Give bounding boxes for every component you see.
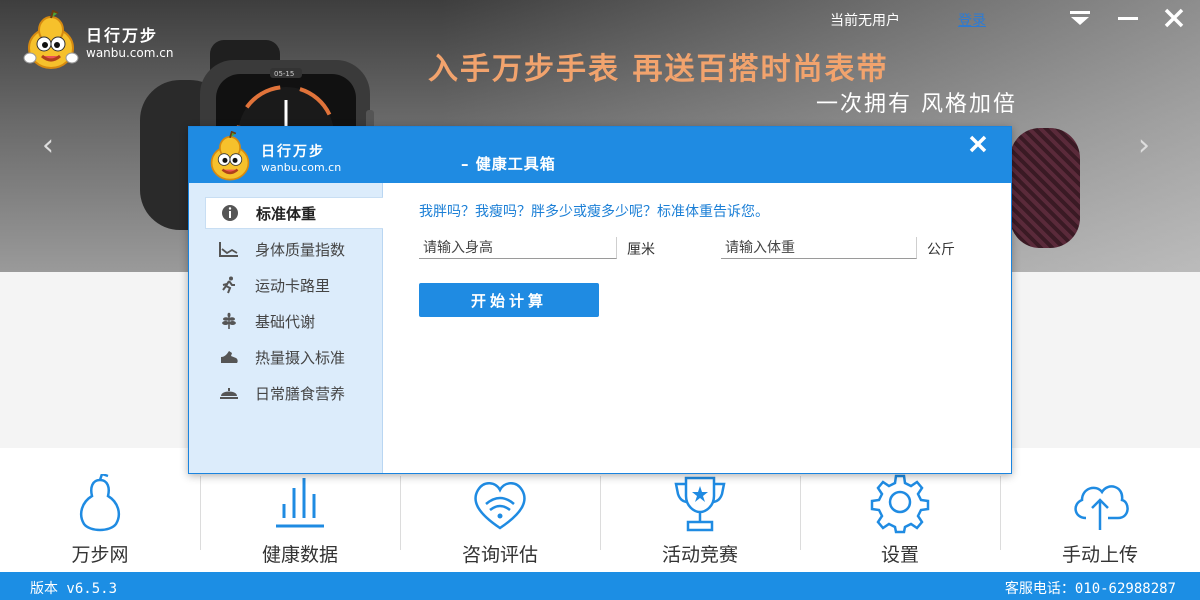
standard-weight-question: 我胖吗？我瘦吗？胖多少或瘦多少呢？标准体重告诉您。 [419,204,769,220]
sidebar-item-standard-weight[interactable]: 标准体重 [205,197,383,229]
wheat-icon [219,311,239,331]
nav-label: 设置 [880,544,919,566]
nav-label: 健康数据 [261,544,338,566]
sidebar-item-metabolism[interactable]: 基础代谢 [189,305,383,337]
bar-chart-icon [276,478,324,528]
trophy-icon [674,476,726,532]
toolbox-sidebar: 标准体重 身体质量指数 运动卡路里 基础代谢 热量摄入标准 日常膳食营养 [189,183,383,473]
heart-chat-icon [474,482,526,530]
info-icon [220,203,240,223]
shoe-icon [219,347,239,367]
sidebar-item-bmi[interactable]: 身体质量指数 [189,233,383,265]
pear-icon [80,474,120,532]
dialog-brand-url: wanbu.com.cn [261,160,342,174]
start-calculation-button[interactable]: 开始计算 [419,283,599,317]
dialog-header[interactable]: 日行万步 wanbu.com.cn – 健康工具箱 [189,127,1011,183]
sidebar-item-calorie-intake[interactable]: 热量摄入标准 [189,341,383,373]
sidebar-item-calories[interactable]: 运动卡路里 [189,269,383,301]
sidebar-item-label: 基础代谢 [255,312,316,331]
banner-prev-arrow-icon[interactable]: ‹ [42,128,54,163]
dialog-content: 我胖吗？我瘦吗？胖多少或瘦多少呢？标准体重告诉您。 厘米 公斤 开始计算 [383,183,1011,473]
nav-item-wanbu[interactable]: 万步网 [0,448,200,572]
weight-input[interactable] [721,237,917,259]
version-text: 版本 v6.5.3 [30,581,118,597]
sidebar-item-nutrition[interactable]: 日常膳食营养 [189,377,383,409]
nav-label: 万步网 [71,544,129,566]
banner-headline: 入手万步手表 再送百搭时尚表带 [428,52,889,87]
dialog-logo: 日行万步 wanbu.com.cn [203,131,341,183]
user-status: 当前无用户 [830,13,900,29]
dialog-brand-name: 日行万步 [261,143,325,160]
pear-mascot-icon [210,131,250,181]
sidebar-item-label: 热量摄入标准 [255,348,346,367]
watch-strap-image [1010,128,1080,248]
login-link[interactable]: 登录 [958,10,986,30]
sidebar-item-label: 日常膳食营养 [255,384,346,403]
minimize-icon[interactable] [1114,6,1142,30]
dialog-close-icon[interactable] [967,133,989,155]
logo-url: wanbu.com.cn [86,46,174,60]
pear-mascot-icon [23,10,79,69]
nav-label: 咨询评估 [461,544,538,566]
health-toolbox-dialog: 日行万步 wanbu.com.cn – 健康工具箱 标准体重 身体质量指数 运动 [188,126,1012,474]
watch-face-text: 05-15 [274,70,294,78]
cloud-upload-icon [1074,485,1129,530]
logo-brand-name: 日行万步 [86,26,159,45]
gear-icon [870,474,930,534]
nav-label: 活动竞赛 [661,544,738,566]
nav-label: 手动上传 [1061,544,1138,566]
weight-unit-label: 公斤 [927,242,955,258]
dropdown-menu-icon[interactable] [1066,6,1094,30]
line-chart-icon [219,239,239,259]
status-bar: 版本 v6.5.3 客服电话：010-62988287 [0,572,1200,600]
close-icon[interactable] [1160,6,1188,30]
height-unit-label: 厘米 [627,242,655,258]
sidebar-item-label: 身体质量指数 [255,240,346,259]
banner-next-arrow-icon[interactable]: › [1138,128,1150,163]
height-input[interactable] [419,237,617,259]
sidebar-item-label: 标准体重 [256,204,317,223]
hotline-text: 客服电话：010-62988287 [1004,581,1176,597]
app-logo: 日行万步 wanbu.com.cn [20,10,173,72]
dialog-title: – 健康工具箱 [461,155,556,173]
runner-icon [219,275,239,295]
food-cover-icon [219,383,239,403]
nav-item-upload[interactable]: 手动上传 [1000,448,1200,572]
sidebar-item-label: 运动卡路里 [255,276,331,295]
banner-subline: 一次拥有 风格加倍 [816,92,1017,117]
